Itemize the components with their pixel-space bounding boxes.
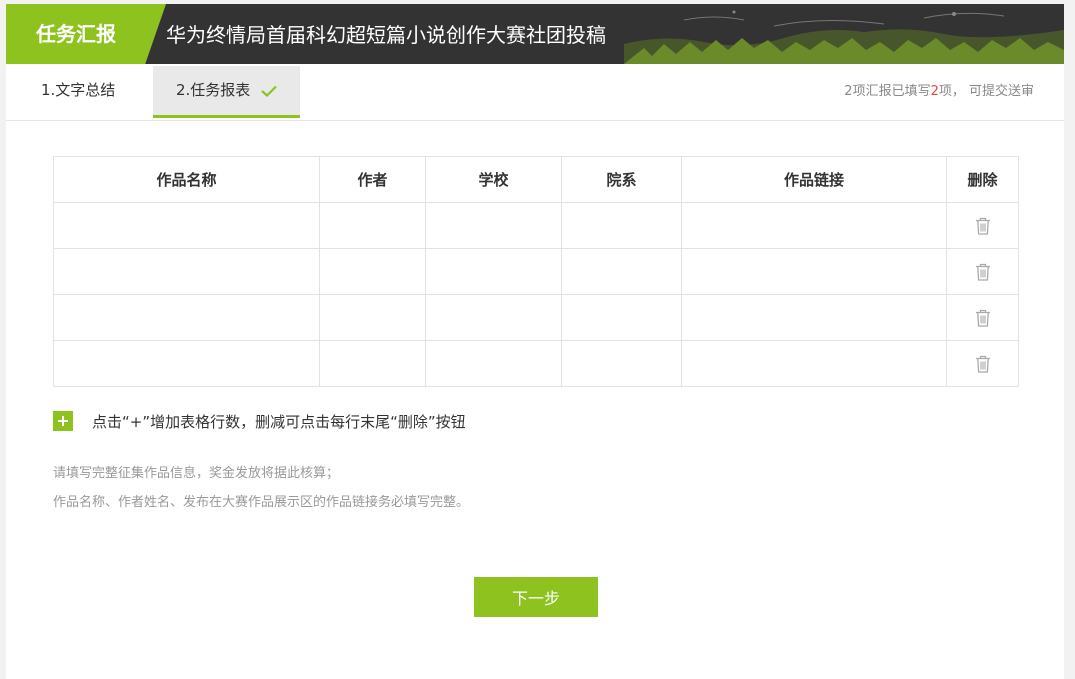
page-title: 华为终情局首届科幻超短篇小说创作大赛社团投稿 (166, 23, 606, 47)
trash-icon[interactable] (975, 355, 991, 373)
title-cell[interactable] (53, 340, 320, 387)
author-cell[interactable] (319, 294, 426, 341)
col-header-school: 学校 (425, 156, 562, 203)
link-cell[interactable] (681, 202, 947, 249)
table-row (53, 294, 1019, 341)
check-icon (261, 85, 277, 97)
title-cell[interactable] (53, 248, 320, 295)
add-row-area: 点击“+”增加表格行数，删减可点击每行末尾“删除”按钮 (53, 411, 466, 431)
title-cell[interactable] (53, 202, 320, 249)
tab-task-report[interactable]: 2.任务报表 (153, 66, 300, 118)
department-cell[interactable] (561, 202, 682, 249)
header-banner: 任务汇报 华为终情局首届科幻超短篇小说创作大赛社团投稿 (6, 4, 1064, 64)
tab-label: 1.文字总结 (41, 81, 116, 99)
tab-text-summary[interactable]: 1.文字总结 (23, 66, 133, 118)
status-count: 2 (930, 84, 939, 99)
trash-icon[interactable] (975, 309, 991, 327)
trash-icon[interactable] (975, 217, 991, 235)
col-header-link: 作品链接 (681, 156, 947, 203)
table-body (53, 202, 1019, 387)
trash-icon[interactable] (975, 263, 991, 281)
works-table: 作品名称 作者 学校 院系 作品链接 删除 (53, 156, 1019, 387)
header-badge: 任务汇报 (6, 4, 166, 64)
link-cell[interactable] (681, 294, 947, 341)
note-line: 作品名称、作者姓名、发布在大赛作品展示区的作品链接务必填写完整。 (53, 495, 470, 510)
department-cell[interactable] (561, 340, 682, 387)
status-suffix: 项， 可提交送审 (938, 84, 1034, 99)
note-line: 请填写完整征集作品信息，奖金发放将据此核算； (53, 466, 340, 481)
link-cell[interactable] (681, 340, 947, 387)
author-cell[interactable] (319, 248, 426, 295)
status-prefix: 2项汇报已填写 (844, 84, 931, 99)
school-cell[interactable] (425, 248, 562, 295)
department-cell[interactable] (561, 248, 682, 295)
tab-bar: 1.文字总结 2.任务报表 2项汇报已填写2项， 可提交送审 (6, 64, 1064, 121)
add-row-hint: 点击“+”增加表格行数，删减可点击每行末尾“删除”按钮 (92, 412, 466, 431)
table-row (53, 202, 1019, 249)
link-cell[interactable] (681, 248, 947, 295)
col-header-department: 院系 (561, 156, 682, 203)
col-header-delete: 删除 (946, 156, 1019, 203)
school-cell[interactable] (425, 202, 562, 249)
submission-status: 2项汇报已填写2项， 可提交送审 (844, 64, 1034, 120)
tab-label: 2.任务报表 (175, 81, 251, 99)
delete-cell (946, 294, 1019, 341)
school-cell[interactable] (425, 294, 562, 341)
author-cell[interactable] (319, 202, 426, 249)
delete-cell (946, 340, 1019, 387)
author-cell[interactable] (319, 340, 426, 387)
table-header-row: 作品名称 作者 学校 院系 作品链接 删除 (53, 156, 1019, 203)
col-header-title: 作品名称 (53, 156, 320, 203)
table-row (53, 248, 1019, 295)
title-cell[interactable] (53, 294, 320, 341)
delete-cell (946, 202, 1019, 249)
table-row (53, 340, 1019, 387)
col-header-author: 作者 (319, 156, 426, 203)
next-step-button[interactable]: 下一步 (474, 577, 598, 617)
delete-cell (946, 248, 1019, 295)
add-row-button[interactable] (53, 411, 73, 431)
department-cell[interactable] (561, 294, 682, 341)
school-cell[interactable] (425, 340, 562, 387)
scenery-illustration (624, 10, 1064, 64)
page: 任务汇报 华为终情局首届科幻超短篇小说创作大赛社团投稿 1.文字总结 2.任务报… (6, 4, 1064, 679)
